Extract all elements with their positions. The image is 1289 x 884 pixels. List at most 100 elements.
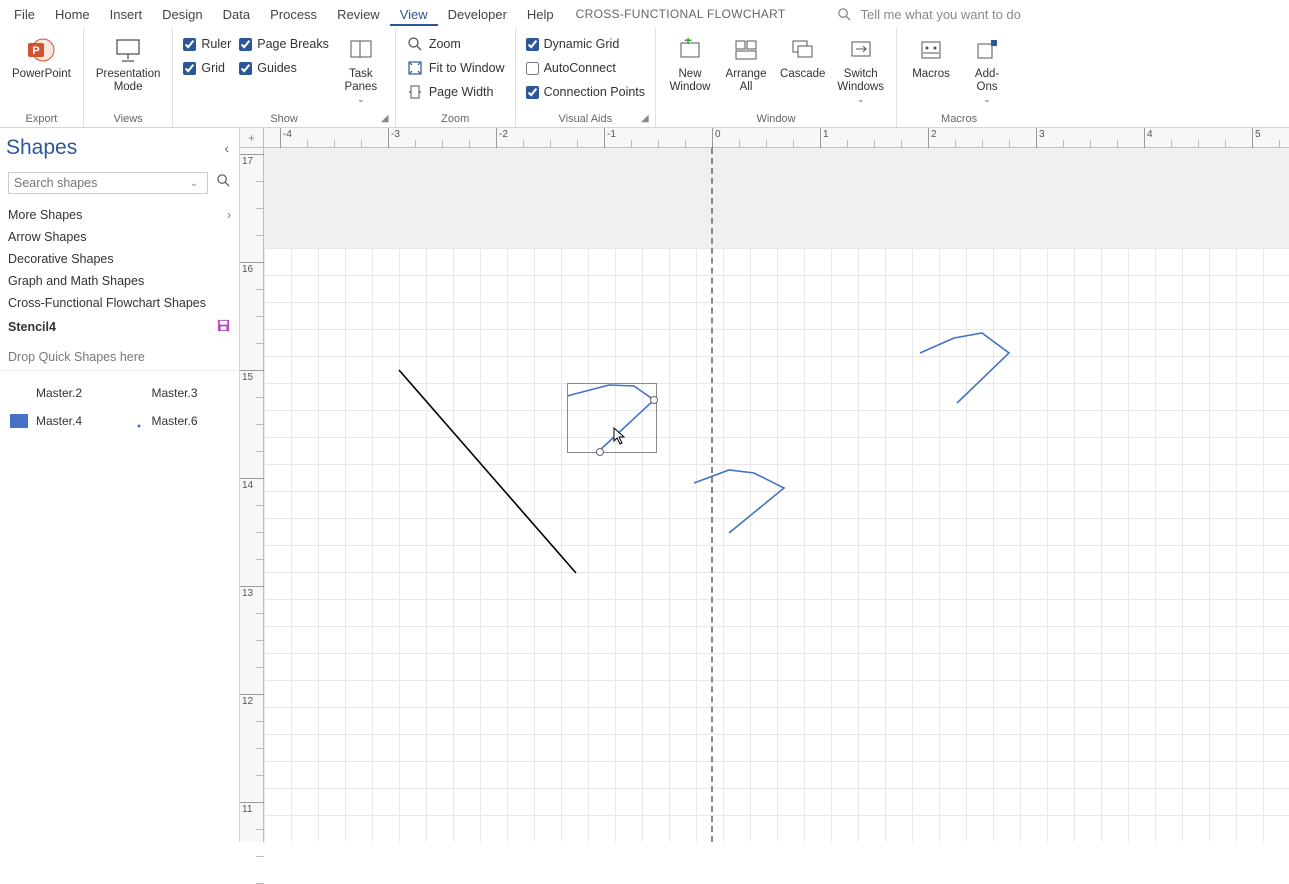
group-label-export: Export	[6, 111, 77, 127]
ribbon-group-visual-aids: Dynamic Grid AutoConnect Connection Poin…	[516, 28, 656, 127]
svg-text:+: +	[684, 38, 692, 48]
arrange-all-label: Arrange All	[726, 68, 767, 94]
group-label-macros: Macros	[903, 111, 1015, 127]
zoom-icon	[406, 35, 424, 53]
master-2[interactable]: Master.2	[6, 381, 118, 405]
category-arrow-shapes[interactable]: Arrow Shapes	[0, 226, 239, 248]
arrange-all-button[interactable]: Arrange All	[718, 30, 774, 98]
ribbon-group-zoom: Zoom Fit to Window Page Width Zoom	[396, 28, 516, 127]
addons-label: Add- Ons	[975, 68, 999, 94]
addons-icon	[974, 34, 1000, 66]
master-3-thumb	[124, 384, 146, 402]
new-window-label: New Window	[670, 68, 711, 94]
menu-view[interactable]: View	[390, 3, 438, 26]
category-graph-math-shapes[interactable]: Graph and Math Shapes	[0, 270, 239, 292]
search-icon	[837, 7, 852, 22]
horizontal-ruler[interactable]: -4-3-2-1012345	[264, 128, 1289, 148]
task-panes-button[interactable]: Task Panes ⌄	[333, 30, 389, 109]
grid-checkbox[interactable]: Grid	[179, 56, 235, 80]
zoom-button[interactable]: Zoom	[402, 32, 509, 56]
group-label-zoom: Zoom	[402, 111, 509, 127]
menu-review[interactable]: Review	[327, 3, 390, 26]
ribbon-group-macros: Macros Add- Ons ⌄ Macros	[897, 28, 1021, 127]
shapes-search-input[interactable]	[8, 172, 208, 194]
drawn-shapes	[264, 148, 1289, 842]
stencil-item[interactable]: Stencil4	[0, 314, 239, 340]
shapes-panel: Shapes ‹ ⌄ More Shapes › Arrow Shapes De…	[0, 128, 240, 842]
master-6-thumb	[124, 412, 146, 430]
tell-me-search[interactable]: Tell me what you want to do	[837, 7, 1285, 22]
shapes-panel-title: Shapes ‹	[0, 128, 239, 170]
task-panes-label: Task Panes	[345, 68, 378, 94]
master-6[interactable]: Master.6	[122, 409, 234, 433]
drop-quick-shapes-hint: Drop Quick Shapes here	[0, 340, 239, 371]
cascade-label: Cascade	[780, 68, 825, 81]
switch-windows-label: Switch Windows	[837, 68, 884, 94]
presentation-label: Presentation Mode	[96, 68, 161, 94]
selection-handle[interactable]	[650, 396, 658, 404]
menu-template[interactable]: CROSS-FUNCTIONAL FLOWCHART	[564, 3, 798, 25]
master-4[interactable]: Master.4	[6, 409, 118, 433]
macros-label: Macros	[912, 68, 950, 81]
fit-window-icon	[406, 59, 424, 77]
powerpoint-button[interactable]: P PowerPoint	[6, 30, 77, 85]
master-3[interactable]: Master.3	[122, 381, 234, 405]
switch-windows-button[interactable]: Switch Windows ⌄	[831, 30, 890, 109]
drawing-canvas[interactable]	[264, 148, 1289, 842]
menu-developer[interactable]: Developer	[438, 3, 517, 26]
selection-box[interactable]	[567, 383, 657, 453]
vertical-ruler[interactable]: 17161514131211	[240, 148, 264, 842]
ribbon-group-export: P PowerPoint Export	[0, 28, 84, 127]
chevron-right-icon: ›	[227, 208, 231, 222]
cascade-button[interactable]: Cascade	[774, 30, 831, 85]
menu-insert[interactable]: Insert	[100, 3, 153, 26]
menu-design[interactable]: Design	[152, 3, 212, 26]
autoconnect-checkbox[interactable]: AutoConnect	[522, 56, 649, 80]
group-label-views: Views	[90, 111, 167, 127]
task-panes-icon	[348, 34, 374, 66]
menu-bar: File Home Insert Design Data Process Rev…	[0, 0, 1289, 28]
cascade-icon	[790, 34, 816, 66]
fit-to-window-button[interactable]: Fit to Window	[402, 56, 509, 80]
page-width-button[interactable]: Page Width	[402, 80, 509, 104]
category-cross-functional-shapes[interactable]: Cross-Functional Flowchart Shapes	[0, 292, 239, 314]
search-icon[interactable]	[216, 173, 231, 193]
presentation-mode-button[interactable]: Presentation Mode	[90, 30, 167, 98]
switch-windows-icon	[848, 34, 874, 66]
ribbon-group-views: Presentation Mode Views	[84, 28, 174, 127]
dynamic-grid-checkbox[interactable]: Dynamic Grid	[522, 32, 649, 56]
guides-checkbox[interactable]: Guides	[235, 56, 333, 80]
menu-process[interactable]: Process	[260, 3, 327, 26]
category-decorative-shapes[interactable]: Decorative Shapes	[0, 248, 239, 270]
connection-points-checkbox[interactable]: Connection Points	[522, 80, 649, 104]
menu-home[interactable]: Home	[45, 3, 100, 26]
new-window-icon: +	[677, 34, 703, 66]
page-width-icon	[406, 83, 424, 101]
powerpoint-icon: P	[26, 34, 56, 66]
visual-aids-dialog-launcher[interactable]: ◢	[641, 113, 653, 125]
show-dialog-launcher[interactable]: ◢	[381, 113, 393, 125]
ruler-checkbox[interactable]: Ruler	[179, 32, 235, 56]
menu-file[interactable]: File	[4, 3, 45, 26]
more-shapes-item[interactable]: More Shapes ›	[0, 204, 239, 226]
collapse-panel-icon[interactable]: ‹	[224, 140, 229, 156]
svg-text:P: P	[33, 45, 40, 57]
addons-button[interactable]: Add- Ons ⌄	[959, 30, 1015, 109]
ribbon-group-window: + New Window Arrange All Cascade Switch …	[656, 28, 897, 127]
page-breaks-checkbox[interactable]: Page Breaks	[235, 32, 333, 56]
ribbon: P PowerPoint Export Presentation Mode Vi…	[0, 28, 1289, 128]
master-4-thumb	[8, 412, 30, 430]
canvas-area: + -4-3-2-1012345 17161514131211	[240, 128, 1289, 842]
group-label-show: Show	[179, 111, 388, 127]
save-icon	[216, 318, 231, 336]
menu-data[interactable]: Data	[213, 3, 260, 26]
group-label-window: Window	[662, 111, 890, 127]
selection-handle[interactable]	[596, 448, 604, 456]
macros-button[interactable]: Macros	[903, 30, 959, 85]
new-window-button[interactable]: + New Window	[662, 30, 718, 98]
tell-me-placeholder: Tell me what you want to do	[860, 7, 1020, 22]
ruler-corner[interactable]: +	[240, 128, 264, 148]
macros-icon	[918, 34, 944, 66]
group-label-visual-aids: Visual Aids	[522, 111, 649, 127]
menu-help[interactable]: Help	[517, 3, 564, 26]
